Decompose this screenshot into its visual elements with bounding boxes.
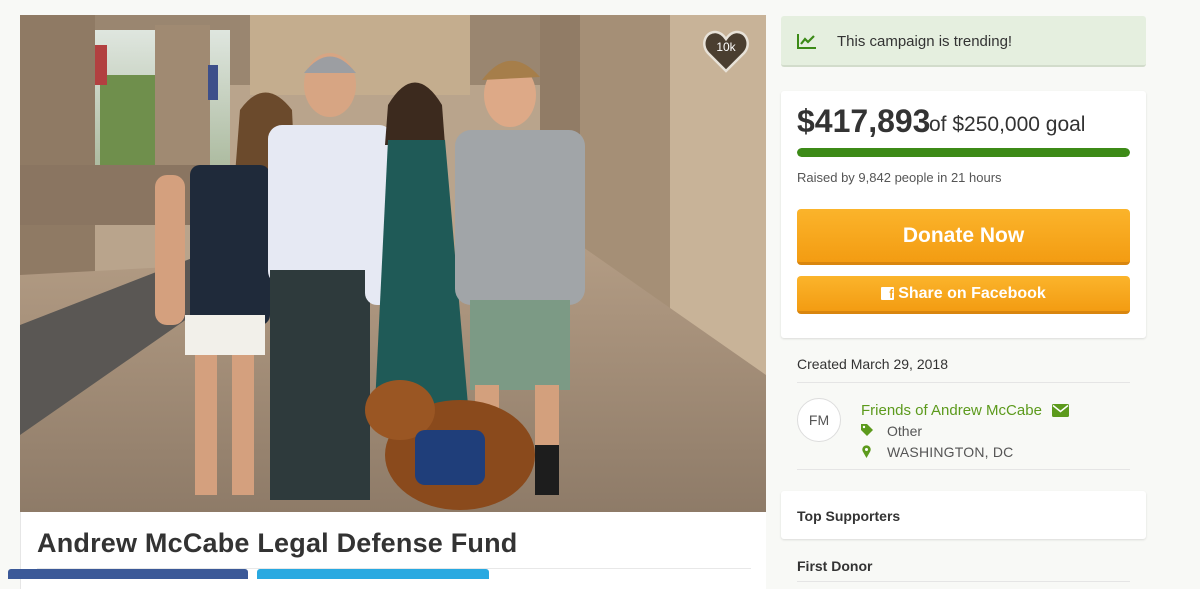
- top-supporters-card: Top Supporters: [781, 491, 1146, 539]
- share-facebook-label: Share on Facebook: [898, 284, 1046, 302]
- location-label: WASHINGTON, DC: [887, 444, 1014, 460]
- progress-bar: [797, 148, 1130, 157]
- created-date: Created March 29, 2018: [797, 356, 948, 372]
- campaign-photo[interactable]: [20, 15, 766, 512]
- twitter-share-bar-button[interactable]: [257, 569, 489, 579]
- divider: [797, 469, 1130, 470]
- top-supporters-heading: Top Supporters: [797, 508, 901, 524]
- facebook-share-bar-button[interactable]: [8, 569, 248, 579]
- divider: [797, 581, 1130, 582]
- campaign-photo-illustration: [20, 15, 766, 512]
- heart-button[interactable]: 10k: [702, 29, 750, 73]
- organizer-avatar: FM: [797, 398, 841, 442]
- envelope-icon[interactable]: [1052, 404, 1069, 417]
- campaign-card: 10k Andrew McCabe Legal Defense Fund: [20, 15, 766, 589]
- raised-by-text: Raised by 9,842 people in 21 hours: [797, 170, 1002, 185]
- first-donor-heading: First Donor: [797, 558, 873, 574]
- category-label: Other: [887, 423, 923, 439]
- goal-text: of $250,000 goal: [929, 113, 1086, 136]
- tag-icon: [861, 424, 873, 436]
- donate-button[interactable]: Donate Now: [797, 209, 1130, 265]
- trending-text: This campaign is trending!: [837, 33, 1013, 50]
- raised-amount: $417,893: [797, 103, 931, 139]
- campaign-title: Andrew McCabe Legal Defense Fund: [37, 528, 518, 558]
- trending-banner: This campaign is trending!: [781, 16, 1146, 67]
- heart-count: 10k: [716, 40, 736, 54]
- goal-card: $417,893 of $250,000 goal Raised by 9,84…: [781, 91, 1146, 338]
- location-pin-icon: [862, 445, 871, 458]
- facebook-icon: f: [881, 287, 895, 301]
- divider: [797, 382, 1130, 383]
- progress-fill: [797, 148, 1130, 157]
- share-facebook-button[interactable]: f Share on Facebook: [797, 276, 1130, 314]
- trending-chart-icon: [797, 34, 816, 49]
- organizer-name-link[interactable]: Friends of Andrew McCabe: [861, 402, 1042, 419]
